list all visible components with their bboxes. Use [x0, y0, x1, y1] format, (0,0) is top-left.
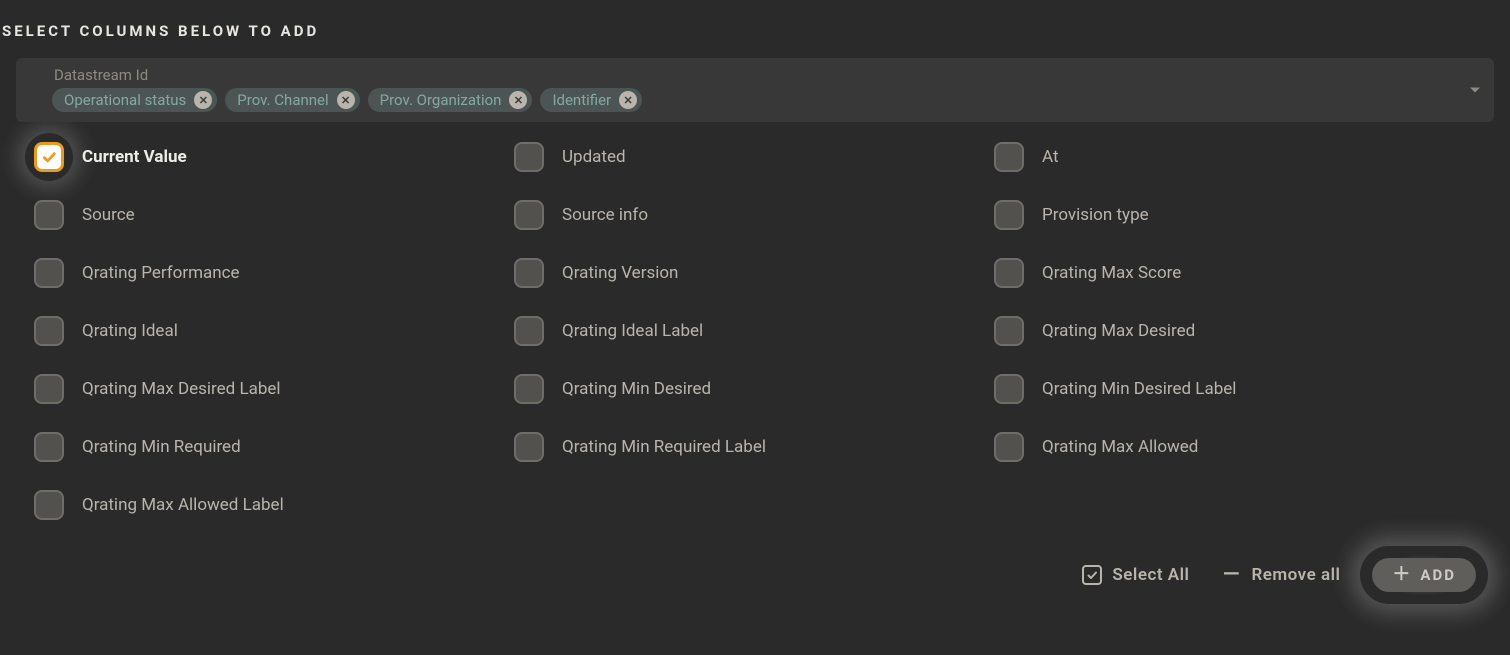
- tag-chip[interactable]: Prov. Channel ✕: [225, 88, 359, 112]
- checkbox[interactable]: [34, 432, 64, 462]
- add-button[interactable]: ＋ ADD: [1372, 558, 1476, 592]
- checkbox[interactable]: [34, 374, 64, 404]
- select-all-label: Select All: [1112, 565, 1189, 585]
- option-label: Provision type: [1042, 205, 1149, 225]
- checkbox[interactable]: [514, 200, 544, 230]
- checkbox[interactable]: [994, 432, 1024, 462]
- option-item[interactable]: Source info: [514, 200, 994, 230]
- checkbox[interactable]: [994, 142, 1024, 172]
- option-label: Qrating Ideal Label: [562, 321, 703, 341]
- checkbox[interactable]: [34, 142, 64, 172]
- option-item[interactable]: Qrating Min Required: [34, 432, 514, 462]
- add-button-label: ADD: [1420, 566, 1456, 584]
- close-icon[interactable]: ✕: [619, 91, 637, 109]
- page-title: SELECT COLUMNS BELOW TO ADD: [0, 0, 1510, 58]
- option-label: At: [1042, 147, 1059, 167]
- option-item[interactable]: Qrating Ideal: [34, 316, 514, 346]
- tag-label: Prov. Channel: [237, 91, 328, 109]
- option-item[interactable]: Current Value: [34, 142, 514, 172]
- check-icon: [41, 149, 57, 165]
- option-item[interactable]: Qrating Version: [514, 258, 994, 288]
- option-label: Qrating Max Allowed: [1042, 437, 1198, 457]
- checkbox[interactable]: [34, 200, 64, 230]
- option-item[interactable]: Qrating Max Allowed Label: [34, 490, 514, 520]
- actions-row: Select All — Remove all ＋ ADD: [0, 530, 1510, 592]
- option-label: Source: [82, 205, 135, 225]
- checkbox[interactable]: [994, 258, 1024, 288]
- chevron-down-icon[interactable]: [1470, 88, 1480, 93]
- remove-all-label: Remove all: [1251, 565, 1340, 585]
- checkbox[interactable]: [514, 258, 544, 288]
- checkbox[interactable]: [514, 142, 544, 172]
- tag-label: Identifier: [552, 91, 611, 109]
- checkbox[interactable]: [514, 432, 544, 462]
- checkbox[interactable]: [994, 316, 1024, 346]
- option-item[interactable]: Qrating Max Score: [994, 258, 1474, 288]
- option-item[interactable]: Qrating Max Allowed: [994, 432, 1474, 462]
- option-label: Qrating Version: [562, 263, 678, 283]
- option-item[interactable]: Provision type: [994, 200, 1474, 230]
- tag-label: Operational status: [64, 91, 186, 109]
- select-all-icon: [1082, 565, 1102, 585]
- option-item[interactable]: Qrating Max Desired: [994, 316, 1474, 346]
- checkbox[interactable]: [994, 200, 1024, 230]
- option-label: Qrating Max Allowed Label: [82, 495, 284, 515]
- option-item[interactable]: Qrating Min Required Label: [514, 432, 994, 462]
- tag-chip[interactable]: Operational status ✕: [52, 88, 217, 112]
- option-label: Qrating Max Score: [1042, 263, 1181, 283]
- close-icon[interactable]: ✕: [337, 91, 355, 109]
- option-label: Qrating Ideal: [82, 321, 178, 341]
- option-label: Qrating Min Desired: [562, 379, 711, 399]
- option-item[interactable]: Qrating Min Desired: [514, 374, 994, 404]
- tag-label: Prov. Organization: [380, 91, 502, 109]
- tag-chip[interactable]: Prov. Organization ✕: [368, 88, 533, 112]
- remove-all-icon: —: [1221, 565, 1241, 585]
- option-item[interactable]: Source: [34, 200, 514, 230]
- remove-all-button[interactable]: — Remove all: [1221, 565, 1340, 585]
- option-item[interactable]: At: [994, 142, 1474, 172]
- option-item[interactable]: Qrating Ideal Label: [514, 316, 994, 346]
- option-item[interactable]: Qrating Min Desired Label: [994, 374, 1474, 404]
- checkbox[interactable]: [994, 374, 1024, 404]
- option-label: Qrating Min Required: [82, 437, 241, 457]
- option-label: Qrating Max Desired: [1042, 321, 1195, 341]
- option-label: Qrating Performance: [82, 263, 240, 283]
- checkbox[interactable]: [514, 374, 544, 404]
- close-icon[interactable]: ✕: [194, 91, 212, 109]
- checkbox[interactable]: [34, 316, 64, 346]
- checkbox[interactable]: [34, 258, 64, 288]
- option-item[interactable]: Qrating Performance: [34, 258, 514, 288]
- tags-bar-label: Datastream Id: [26, 64, 1484, 88]
- option-item[interactable]: Updated: [514, 142, 994, 172]
- option-label: Updated: [562, 147, 626, 167]
- checkbox[interactable]: [514, 316, 544, 346]
- option-item[interactable]: Qrating Max Desired Label: [34, 374, 514, 404]
- close-icon[interactable]: ✕: [509, 91, 527, 109]
- options-grid: Current Value Updated At Source Source i…: [0, 122, 1510, 530]
- plus-icon: ＋: [1392, 566, 1412, 584]
- option-label: Source info: [562, 205, 648, 225]
- checkbox[interactable]: [34, 490, 64, 520]
- select-all-button[interactable]: Select All: [1082, 565, 1189, 585]
- tag-chip[interactable]: Identifier ✕: [540, 88, 642, 112]
- tags-row: Operational status ✕ Prov. Channel ✕ Pro…: [26, 88, 1484, 112]
- option-label: Current Value: [82, 147, 187, 167]
- tags-bar[interactable]: Datastream Id Operational status ✕ Prov.…: [16, 58, 1494, 122]
- option-label: Qrating Max Desired Label: [82, 379, 281, 399]
- option-label: Qrating Min Required Label: [562, 437, 766, 457]
- option-label: Qrating Min Desired Label: [1042, 379, 1236, 399]
